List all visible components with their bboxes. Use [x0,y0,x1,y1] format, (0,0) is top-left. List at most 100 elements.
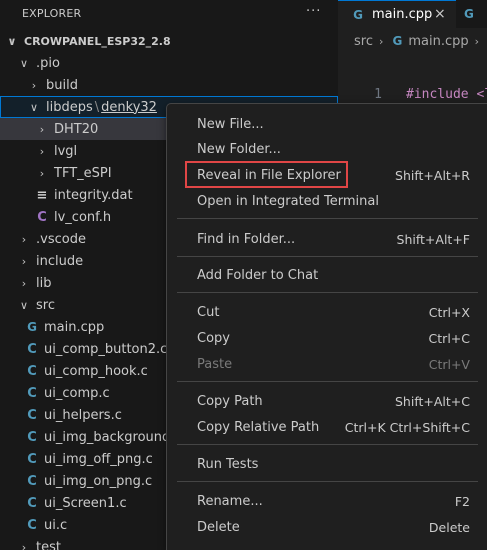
menu-item-label: New File... [197,116,264,132]
menu-item-label: Add Folder to Chat [197,267,319,283]
menu-item-shortcut: Ctrl+C [428,330,470,346]
workspace-root[interactable]: ∨ CROWPANEL_ESP32_2.8 [0,30,171,52]
chevron-down-icon: ∨ [7,34,17,48]
tree-item-label: ui_img_off_png.c [44,451,153,467]
tree-item-label: ui_comp.c [44,385,110,401]
code-line[interactable]: 1 #include <l [338,84,487,104]
explorer-title: EXPLORER [22,6,82,20]
menu-item-label: Copy Path [197,393,263,409]
tree-item-label: .vscode [36,231,86,247]
tree-item-label: main.cpp [44,319,105,335]
tab-label: main.cpp [372,7,433,22]
menu-item-label: Reveal in File Explorer [197,167,341,183]
c-file-icon: C [27,495,37,511]
cpp-file-icon: G [392,34,403,48]
menu-copy-relative-path[interactable]: Copy Relative Path Ctrl+K Ctrl+Shift+C [167,415,487,439]
menu-rename[interactable]: Rename... F2 [167,489,487,513]
menu-item-label: Copy [197,330,230,346]
menu-cut[interactable]: Cut Ctrl+X [167,300,487,324]
menu-separator [177,256,478,257]
menu-item-shortcut: F2 [454,493,470,509]
menu-item-shortcut: Shift+Alt+F [396,231,470,247]
chevron-down-icon: ∨ [29,100,39,114]
tree-item-label: lv_conf.h [54,209,112,225]
menu-new-file[interactable]: New File... [167,112,487,136]
cpp-file-icon: G [353,7,363,22]
menu-run-tests[interactable]: Run Tests [167,452,487,476]
tree-item-label: build [46,77,78,93]
chevron-right-icon: › [378,34,384,48]
menu-item-label: Copy Relative Path [197,419,320,435]
tree-item-label: ui_helpers.c [44,407,122,423]
chevron-down-icon: ∨ [19,56,29,70]
chevron-right-icon: › [21,254,27,268]
code-text[interactable]: #include <l [406,87,487,102]
tree-item-label: ui_Screen1.c [44,495,127,511]
menu-item-label: Open in Integrated Terminal [197,193,379,209]
c-file-icon: C [27,451,37,467]
menu-item-label: Paste [197,356,233,372]
menu-item-shortcut: Ctrl+X [428,304,470,320]
c-file-icon: C [27,473,37,489]
c-file-icon: C [27,517,37,533]
chevron-right-icon: › [21,276,27,290]
menu-item-label: Find in Folder... [197,231,296,247]
menu-add-folder-to-chat[interactable]: Add Folder to Chat [167,263,487,287]
menu-separator [177,218,478,219]
menu-item-shortcut: Delete [428,519,470,535]
menu-separator [177,381,478,382]
menu-delete[interactable]: Delete Delete [167,515,487,539]
breadcrumb-file[interactable]: main.cpp [408,34,468,49]
path-separator: \ [94,99,100,115]
close-icon[interactable]: × [434,6,446,22]
menu-item-label: Run Tests [197,456,259,472]
tree-item-pio[interactable]: ∨ .pio [0,52,338,74]
c-header-file-icon: C [37,209,47,225]
chevron-right-icon: › [31,78,37,92]
tree-item-build[interactable]: › build [0,74,338,96]
menu-item-label: New Folder... [197,141,281,157]
menu-copy[interactable]: Copy Ctrl+C [167,326,487,350]
menu-find-in-folder[interactable]: Find in Folder... Shift+Alt+F [167,227,487,251]
more-actions-icon[interactable]: ··· [306,4,321,19]
breadcrumb-folder[interactable]: src [354,34,373,49]
tree-item-label: lib [36,275,52,291]
menu-separator [177,481,478,482]
chevron-right-icon: › [21,540,27,550]
c-file-icon: C [27,407,37,423]
cpp-file-icon: G [27,320,37,334]
c-file-icon: C [27,385,37,401]
workspace-root-label: CROWPANEL_ESP32_2.8 [24,34,171,48]
tree-item-label-denky32: denky32 [101,99,157,115]
tree-item-label: ui_comp_hook.c [44,363,148,379]
cpp-file-icon[interactable]: G [464,7,474,21]
menu-paste[interactable]: Paste Ctrl+V [167,352,487,376]
tab-main-cpp[interactable]: G main.cpp × [338,0,456,28]
tree-item-label: ui_img_on_png.c [44,473,153,489]
context-menu: New File... New Folder... Reveal in File… [166,103,487,550]
menu-new-folder[interactable]: New Folder... [167,137,487,161]
menu-item-label: Cut [197,304,220,320]
tree-item-label: lvgl [54,143,78,159]
menu-separator [177,444,478,445]
menu-open-in-integrated-terminal[interactable]: Open in Integrated Terminal [167,189,487,213]
tree-item-label: test [36,539,61,550]
tree-item-label: integrity.dat [54,187,133,203]
tree-item-label: ui.c [44,517,68,533]
menu-copy-path[interactable]: Copy Path Shift+Alt+C [167,389,487,413]
chevron-right-icon: › [39,122,45,136]
line-number: 1 [374,86,382,102]
menu-item-shortcut: Shift+Alt+C [394,393,470,409]
tree-item-label: libdeps [46,99,93,115]
chevron-right-icon: › [39,144,45,158]
tree-item-label: ui_img_background_p [44,429,186,445]
menu-reveal-in-file-explorer[interactable]: Reveal in File Explorer Shift+Alt+R [167,163,487,187]
menu-item-label: Rename... [197,493,263,509]
chevron-right-icon: › [21,232,27,246]
c-file-icon: C [27,341,37,357]
chevron-down-icon: ∨ [19,298,29,312]
tree-item-label: include [36,253,84,269]
breadcrumb: src › G main.cpp › G [338,30,487,52]
menu-item-label: Delete [197,519,240,535]
chevron-right-icon: › [39,166,45,180]
